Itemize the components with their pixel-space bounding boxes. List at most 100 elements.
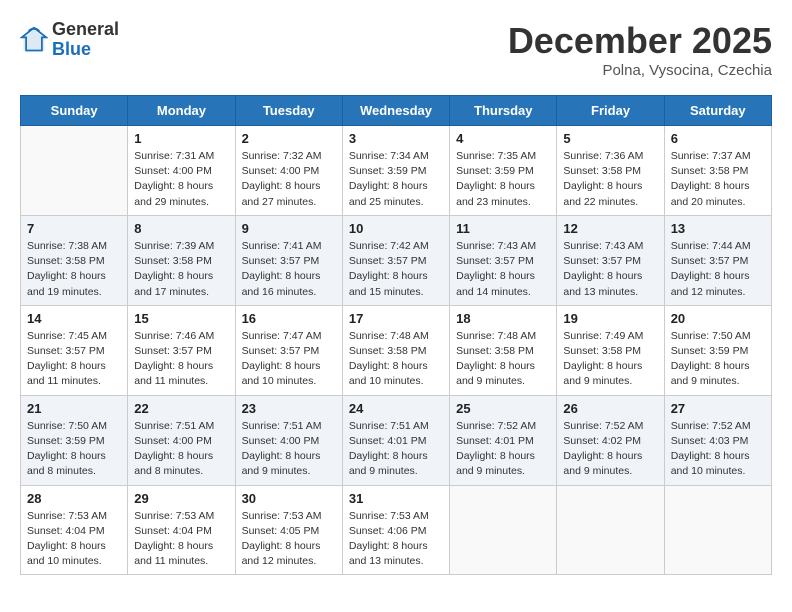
day-info: Sunrise: 7:32 AMSunset: 4:00 PMDaylight:…	[242, 149, 336, 210]
column-header-monday: Monday	[128, 96, 235, 126]
calendar-cell: 21Sunrise: 7:50 AMSunset: 3:59 PMDayligh…	[21, 395, 128, 485]
calendar-week-row: 21Sunrise: 7:50 AMSunset: 3:59 PMDayligh…	[21, 395, 772, 485]
location: Polna, Vysocina, Czechia	[508, 62, 772, 79]
calendar-cell: 1 Sunrise: 7:31 AMSunset: 4:00 PMDaylight…	[128, 126, 235, 216]
day-number: 20	[671, 311, 765, 326]
day-number: 5	[563, 131, 657, 146]
month-title: December 2025	[508, 20, 772, 62]
calendar-cell: 4 Sunrise: 7:35 AMSunset: 3:59 PMDaylight…	[450, 126, 557, 216]
logo: General Blue	[20, 20, 119, 60]
day-number: 14	[27, 311, 121, 326]
day-info: Sunrise: 7:34 AMSunset: 3:59 PMDaylight:…	[349, 149, 443, 210]
day-info: Sunrise: 7:51 AMSunset: 4:00 PMDaylight:…	[134, 419, 228, 480]
calendar-cell: 14 Sunrise: 7:45 AMSunset: 3:57 PMDayligh…	[21, 305, 128, 395]
logo-text: General Blue	[52, 20, 119, 60]
logo-blue: Blue	[52, 39, 91, 59]
day-info: Sunrise: 7:37 AMSunset: 3:58 PMDaylight:…	[671, 149, 765, 210]
day-number: 8	[134, 221, 228, 236]
day-info: Sunrise: 7:47 AMSunset: 3:57 PMDaylight:…	[242, 329, 336, 390]
calendar-cell: 5Sunrise: 7:36 AMSunset: 3:58 PMDaylight…	[557, 126, 664, 216]
calendar-week-row: 1 Sunrise: 7:31 AMSunset: 4:00 PMDaylight…	[21, 126, 772, 216]
column-header-tuesday: Tuesday	[235, 96, 342, 126]
calendar-cell: 16Sunrise: 7:47 AMSunset: 3:57 PMDayligh…	[235, 305, 342, 395]
calendar-cell: 2 Sunrise: 7:32 AMSunset: 4:00 PMDaylight…	[235, 126, 342, 216]
calendar-cell: 9Sunrise: 7:41 AMSunset: 3:57 PMDaylight…	[235, 215, 342, 305]
column-header-friday: Friday	[557, 96, 664, 126]
day-number: 31	[349, 491, 443, 506]
day-info: Sunrise: 7:42 AMSunset: 3:57 PMDaylight:…	[349, 239, 443, 300]
calendar-cell: 12 Sunrise: 7:43 AMSunset: 3:57 PMDayligh…	[557, 215, 664, 305]
day-number: 24	[349, 401, 443, 416]
day-info: Sunrise: 7:51 AMSunset: 4:01 PMDaylight:…	[349, 419, 443, 480]
calendar-cell: 7 Sunrise: 7:38 AMSunset: 3:58 PMDaylight…	[21, 215, 128, 305]
day-number: 30	[242, 491, 336, 506]
calendar-table: SundayMondayTuesdayWednesdayThursdayFrid…	[20, 95, 772, 575]
day-number: 26	[563, 401, 657, 416]
calendar-cell	[664, 485, 771, 575]
page-header: General Blue December 2025 Polna, Vysoci…	[20, 20, 772, 79]
calendar-cell: 22 Sunrise: 7:51 AMSunset: 4:00 PMDayligh…	[128, 395, 235, 485]
day-info: Sunrise: 7:48 AMSunset: 3:58 PMDaylight:…	[456, 329, 550, 390]
calendar-cell: 10 Sunrise: 7:42 AMSunset: 3:57 PMDayligh…	[342, 215, 449, 305]
calendar-cell: 6 Sunrise: 7:37 AMSunset: 3:58 PMDaylight…	[664, 126, 771, 216]
calendar-cell: 19Sunrise: 7:49 AMSunset: 3:58 PMDayligh…	[557, 305, 664, 395]
day-number: 11	[456, 221, 550, 236]
day-number: 27	[671, 401, 765, 416]
calendar-cell: 8 Sunrise: 7:39 AMSunset: 3:58 PMDaylight…	[128, 215, 235, 305]
day-info: Sunrise: 7:52 AMSunset: 4:01 PMDaylight:…	[456, 419, 550, 480]
day-number: 4	[456, 131, 550, 146]
calendar-cell: 26 Sunrise: 7:52 AMSunset: 4:02 PMDayligh…	[557, 395, 664, 485]
title-block: December 2025 Polna, Vysocina, Czechia	[508, 20, 772, 79]
calendar-week-row: 28 Sunrise: 7:53 AMSunset: 4:04 PMDayligh…	[21, 485, 772, 575]
column-header-thursday: Thursday	[450, 96, 557, 126]
calendar-cell: 24 Sunrise: 7:51 AMSunset: 4:01 PMDayligh…	[342, 395, 449, 485]
day-number: 19	[563, 311, 657, 326]
day-info: Sunrise: 7:48 AMSunset: 3:58 PMDaylight:…	[349, 329, 443, 390]
calendar-cell: 11Sunrise: 7:43 AMSunset: 3:57 PMDayligh…	[450, 215, 557, 305]
day-info: Sunrise: 7:51 AMSunset: 4:00 PMDaylight:…	[242, 419, 336, 480]
day-number: 22	[134, 401, 228, 416]
day-number: 2	[242, 131, 336, 146]
day-info: Sunrise: 7:35 AMSunset: 3:59 PMDaylight:…	[456, 149, 550, 210]
day-number: 28	[27, 491, 121, 506]
day-info: Sunrise: 7:53 AMSunset: 4:04 PMDaylight:…	[27, 509, 121, 570]
day-info: Sunrise: 7:53 AMSunset: 4:05 PMDaylight:…	[242, 509, 336, 570]
logo-icon	[20, 26, 48, 54]
calendar-cell: 23 Sunrise: 7:51 AMSunset: 4:00 PMDayligh…	[235, 395, 342, 485]
calendar-cell: 3 Sunrise: 7:34 AMSunset: 3:59 PMDaylight…	[342, 126, 449, 216]
column-header-sunday: Sunday	[21, 96, 128, 126]
day-number: 12	[563, 221, 657, 236]
day-number: 15	[134, 311, 228, 326]
day-number: 3	[349, 131, 443, 146]
calendar-cell: 20Sunrise: 7:50 AMSunset: 3:59 PMDayligh…	[664, 305, 771, 395]
day-info: Sunrise: 7:52 AMSunset: 4:02 PMDaylight:…	[563, 419, 657, 480]
column-header-wednesday: Wednesday	[342, 96, 449, 126]
calendar-cell: 13Sunrise: 7:44 AMSunset: 3:57 PMDayligh…	[664, 215, 771, 305]
calendar-header-row: SundayMondayTuesdayWednesdayThursdayFrid…	[21, 96, 772, 126]
day-info: Sunrise: 7:44 AMSunset: 3:57 PMDaylight:…	[671, 239, 765, 300]
calendar-cell	[557, 485, 664, 575]
calendar-cell: 17Sunrise: 7:48 AMSunset: 3:58 PMDayligh…	[342, 305, 449, 395]
day-number: 18	[456, 311, 550, 326]
day-info: Sunrise: 7:50 AMSunset: 3:59 PMDaylight:…	[27, 419, 121, 480]
calendar-cell	[450, 485, 557, 575]
calendar-cell: 15Sunrise: 7:46 AMSunset: 3:57 PMDayligh…	[128, 305, 235, 395]
calendar-cell: 29Sunrise: 7:53 AMSunset: 4:04 PMDayligh…	[128, 485, 235, 575]
calendar-cell: 18 Sunrise: 7:48 AMSunset: 3:58 PMDayligh…	[450, 305, 557, 395]
calendar-cell: 27Sunrise: 7:52 AMSunset: 4:03 PMDayligh…	[664, 395, 771, 485]
day-info: Sunrise: 7:39 AMSunset: 3:58 PMDaylight:…	[134, 239, 228, 300]
day-number: 29	[134, 491, 228, 506]
calendar-cell	[21, 126, 128, 216]
day-number: 10	[349, 221, 443, 236]
day-number: 23	[242, 401, 336, 416]
day-info: Sunrise: 7:45 AMSunset: 3:57 PMDaylight:…	[27, 329, 121, 390]
calendar-cell: 28 Sunrise: 7:53 AMSunset: 4:04 PMDayligh…	[21, 485, 128, 575]
day-number: 7	[27, 221, 121, 236]
calendar-cell: 31Sunrise: 7:53 AMSunset: 4:06 PMDayligh…	[342, 485, 449, 575]
day-info: Sunrise: 7:43 AMSunset: 3:57 PMDaylight:…	[563, 239, 657, 300]
day-info: Sunrise: 7:38 AMSunset: 3:58 PMDaylight:…	[27, 239, 121, 300]
calendar-week-row: 7 Sunrise: 7:38 AMSunset: 3:58 PMDaylight…	[21, 215, 772, 305]
day-number: 1	[134, 131, 228, 146]
day-number: 6	[671, 131, 765, 146]
day-info: Sunrise: 7:31 AMSunset: 4:00 PMDaylight:…	[134, 149, 228, 210]
